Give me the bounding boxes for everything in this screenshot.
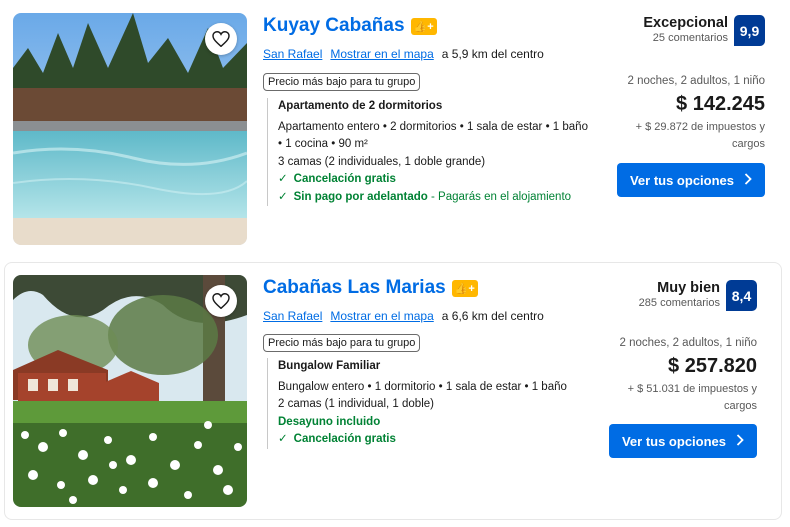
heart-icon [212, 293, 230, 309]
taxes-text: + $ 29.872 de impuestos y cargos [635, 121, 765, 150]
heart-icon [212, 31, 230, 47]
see-options-label: Ver tus opciones [629, 172, 735, 188]
stay-summary: 2 noches, 2 adultos, 1 niño [619, 337, 757, 349]
town-link[interactable]: San Rafael [263, 309, 322, 323]
unit-details: Apartamento de 2 dormitorios Apartamento… [267, 98, 607, 206]
review-score-badge: 8,4 [726, 280, 757, 311]
property-name-link[interactable]: Kuyay Cabañas [263, 15, 405, 37]
distance-text: a 5,9 km del centro [441, 47, 544, 61]
show-on-map-link[interactable]: Mostrar en el mapa [330, 309, 433, 323]
meal-plan: Desayuno incluido [278, 415, 381, 428]
review-count: 285 comentarios [638, 297, 720, 309]
genius-badge: 👍+ [410, 17, 437, 35]
chevron-right-icon [736, 433, 744, 449]
chevron-right-icon [744, 172, 752, 188]
price: $ 142.245 [676, 93, 765, 115]
save-favorite-button[interactable] [205, 285, 237, 317]
perk-note: - Pagarás en el alojamiento [431, 190, 572, 203]
perk-no-prepayment: ✓ Sin pago por adelantado - Pagarás en el… [278, 190, 572, 203]
check-icon: ✓ [278, 190, 288, 203]
show-on-map-link[interactable]: Mostrar en el mapa [330, 47, 433, 61]
property-title-row: Kuyay Cabañas 👍+ [263, 15, 437, 37]
perk-free-cancellation: ✓ Cancelación gratis [278, 173, 396, 185]
lowest-price-tag: Precio más bajo para tu grupo [263, 73, 421, 91]
unit-name: Bungalow Familiar [278, 360, 381, 372]
distance-text: a 6,6 km del centro [441, 309, 544, 323]
stay-summary: 2 noches, 2 adultos, 1 niño [627, 75, 765, 87]
property-card: Kuyay Cabañas 👍+ San Rafael Mostrar en e… [4, 0, 782, 252]
review-score-badge: 9,9 [734, 15, 765, 46]
check-icon: ✓ [278, 173, 288, 185]
unit-line: 3 camas (2 individuales, 1 doble grande) [278, 155, 486, 168]
taxes-text: + $ 51.031 de impuestos y cargos [627, 383, 757, 412]
location-line: San Rafael Mostrar en el mapa a 5,9 km d… [263, 47, 544, 61]
save-favorite-button[interactable] [205, 23, 237, 55]
see-options-label: Ver tus opciones [621, 433, 727, 449]
review-summary[interactable]: Muy bien 285 comentarios 8,4 [639, 280, 757, 311]
property-title-row: Cabañas Las Marias 👍+ [263, 277, 478, 299]
price-box: 2 noches, 2 adultos, 1 niño $ 257.820 + … [607, 337, 757, 415]
lowest-price-tag: Precio más bajo para tu grupo [263, 334, 421, 352]
unit-line: • 1 cocina • 90 m² [278, 138, 368, 150]
review-word: Excepcional [643, 15, 728, 31]
see-options-button[interactable]: Ver tus opciones [617, 163, 765, 197]
price-box: 2 noches, 2 adultos, 1 niño $ 142.245 + … [615, 75, 765, 153]
check-icon: ✓ [278, 433, 288, 445]
property-photo[interactable] [13, 275, 247, 507]
property-card: Cabañas Las Marias 👍+ San Rafael Mostrar… [4, 262, 782, 520]
genius-badge: 👍+ [451, 279, 478, 297]
perk-free-cancellation: ✓ Cancelación gratis [278, 433, 396, 445]
unit-details: Bungalow Familiar Bungalow entero • 1 do… [267, 358, 607, 449]
unit-name: Apartamento de 2 dormitorios [278, 100, 443, 112]
review-word: Muy bien [657, 280, 720, 296]
location-line: San Rafael Mostrar en el mapa a 6,6 km d… [263, 309, 544, 323]
property-name-link[interactable]: Cabañas Las Marias [263, 277, 446, 299]
town-link[interactable]: San Rafael [263, 47, 322, 61]
review-count: 25 comentarios [652, 32, 728, 44]
review-summary[interactable]: Excepcional 25 comentarios 9,9 [643, 15, 765, 46]
unit-line: 2 camas (1 individual, 1 doble) [278, 398, 434, 410]
unit-line: Apartamento entero • 2 dormitorios • 1 s… [278, 120, 588, 133]
see-options-button[interactable]: Ver tus opciones [609, 424, 757, 458]
unit-line: Bungalow entero • 1 dormitorio • 1 sala … [278, 380, 567, 393]
price: $ 257.820 [668, 355, 757, 377]
property-photo[interactable] [13, 13, 247, 245]
